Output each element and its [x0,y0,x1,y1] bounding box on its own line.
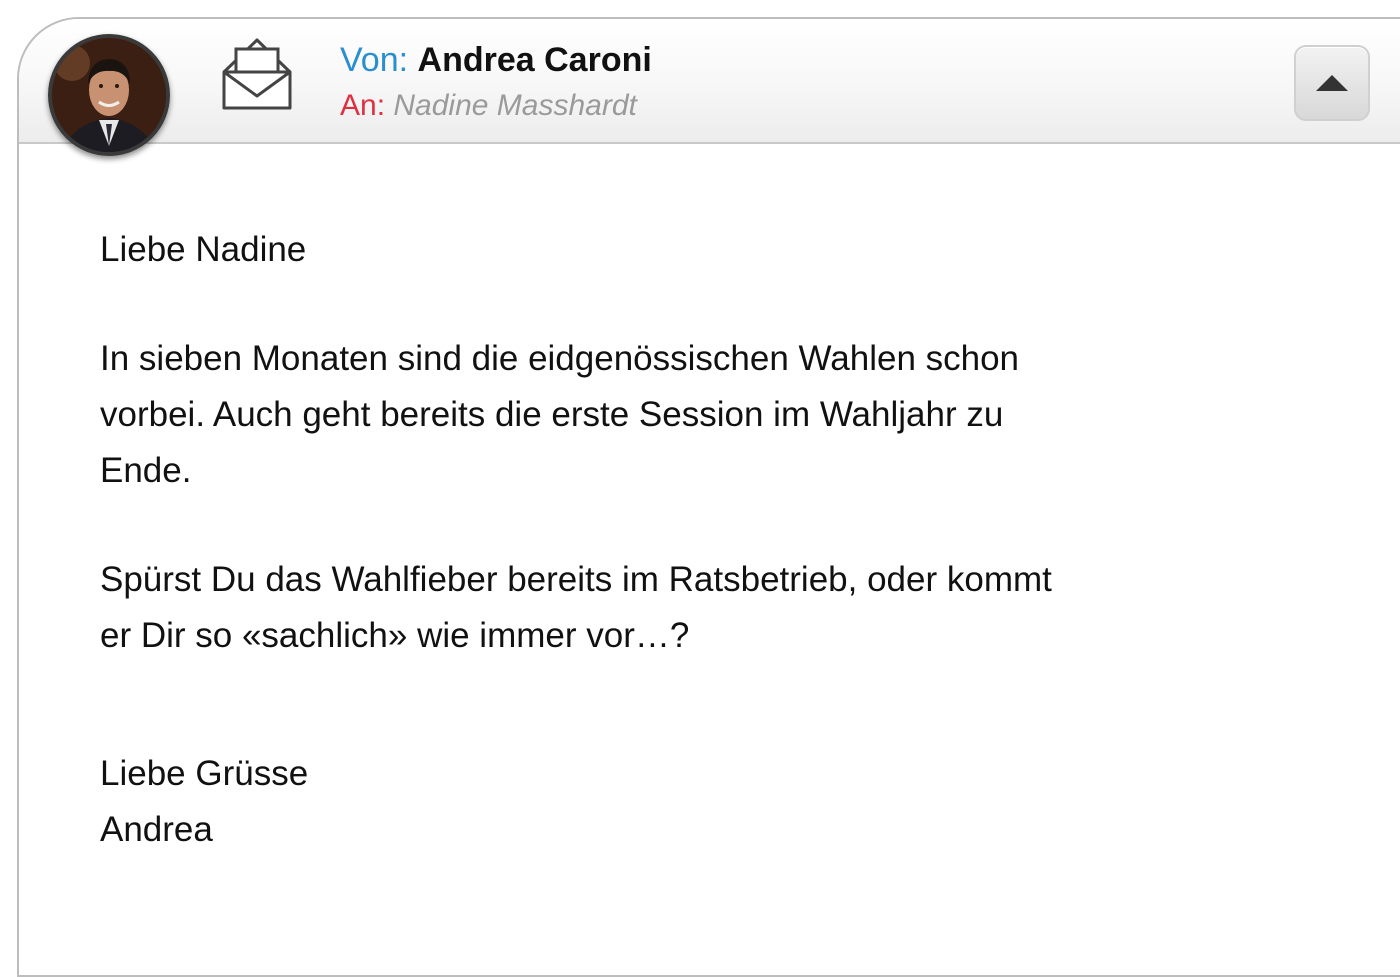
message-body: Liebe Nadine In sieben Monaten sind die … [100,222,1052,858]
sender-name[interactable]: Andrea Caroni [418,41,652,79]
paragraph-2-line-2: er Dir so «sachlich» wie immer vor…? [100,616,690,655]
message-header: Von: Andrea Caroni An: Nadine Masshardt [19,19,1400,144]
paragraph-2-line-1: Spürst Du das Wahlfieber bereits im Rats… [100,560,1052,599]
paragraph-1-line-3: Ende. [100,451,192,490]
to-row: An: Nadine Masshardt [340,86,652,126]
paragraph-1-line-1: In sieben Monaten sind die eidgenössisch… [100,339,1020,378]
sender-recipient-info: Von: Andrea Caroni An: Nadine Masshardt [340,39,652,126]
avatar[interactable] [48,34,170,156]
collapse-button[interactable] [1294,45,1370,121]
closing: Liebe Grüsse [100,754,309,793]
from-label: Von: [340,41,409,79]
open-envelope-icon[interactable] [219,36,295,112]
from-row: Von: Andrea Caroni [340,39,652,81]
to-label: An: [340,89,386,122]
recipient-name[interactable]: Nadine Masshardt [393,89,636,122]
paragraph-1-line-2: vorbei. Auch geht bereits die erste Sess… [100,395,1004,434]
signature: Andrea [100,810,213,849]
greeting: Liebe Nadine [100,230,307,269]
message-card: Von: Andrea Caroni An: Nadine Masshardt [17,17,1400,977]
triangle-up-icon [1316,75,1348,91]
